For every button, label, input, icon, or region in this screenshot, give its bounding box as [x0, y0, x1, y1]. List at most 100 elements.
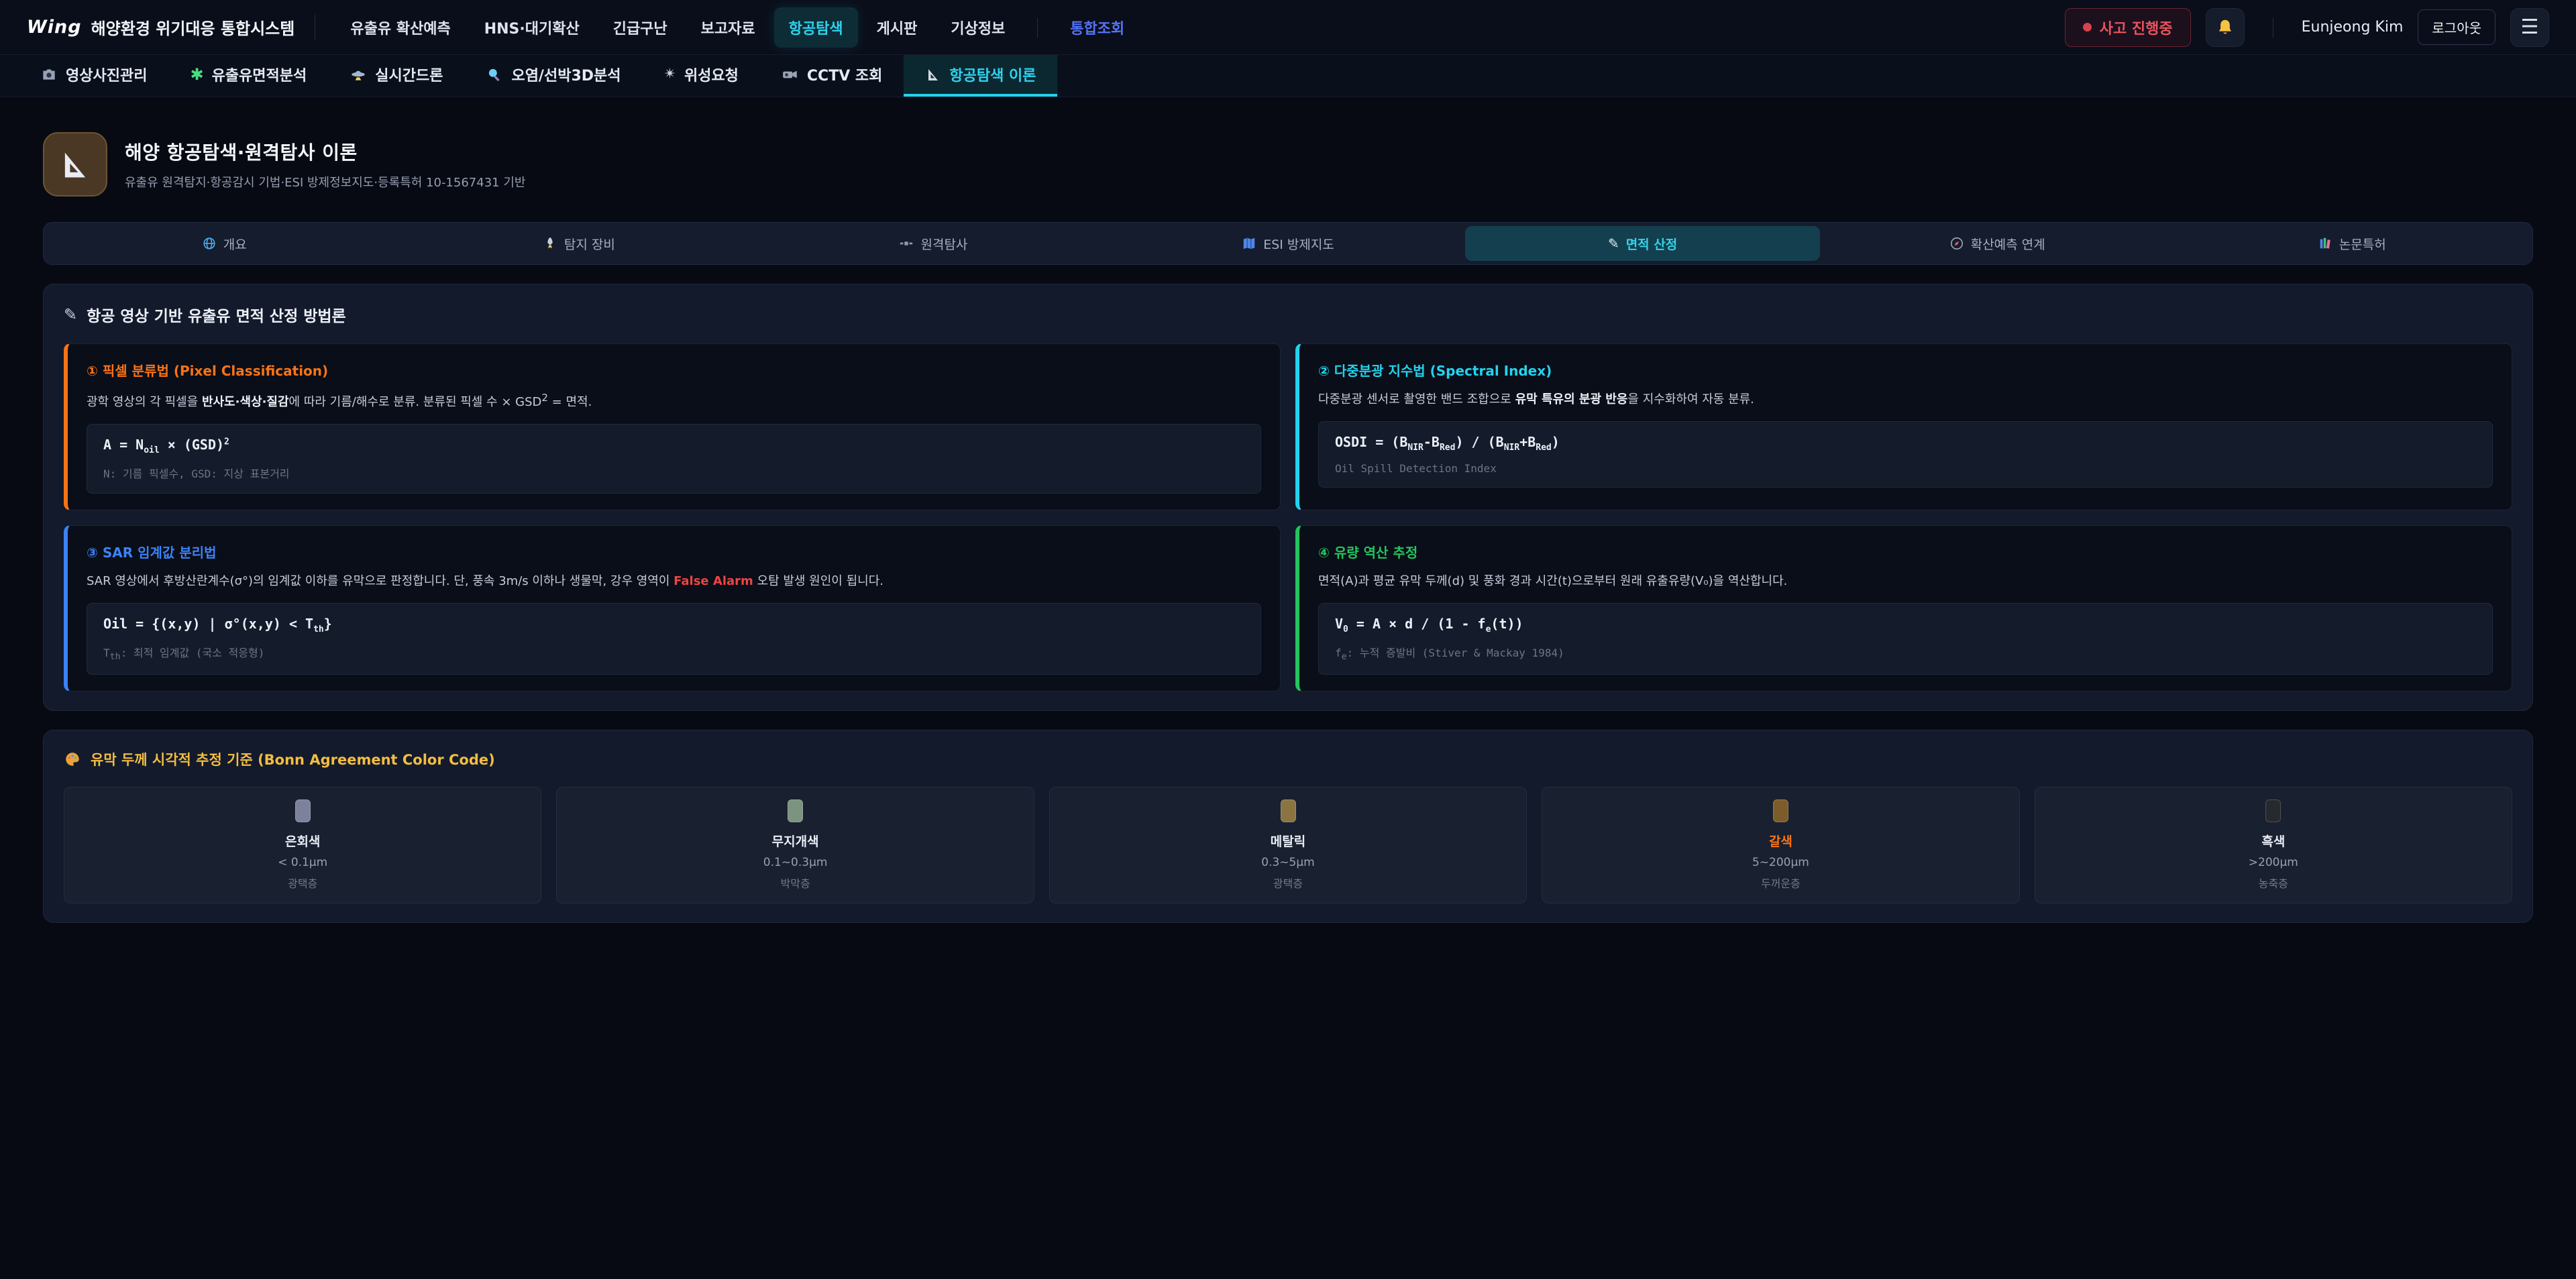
- subtab-label: 유출유면적분석: [212, 64, 307, 85]
- color-swatch: [2265, 799, 2281, 822]
- divider: [1037, 17, 1038, 38]
- color-swatch: [295, 799, 311, 822]
- subtab-label: 위성요청: [684, 64, 739, 85]
- logo[interactable]: Wing 해양환경 위기대응 통합시스템: [27, 15, 294, 39]
- nav-item-oil-spread[interactable]: 유출유 확산예측: [335, 7, 465, 48]
- subtab-label: 영상사진관리: [66, 64, 147, 85]
- hamburger-menu-icon: ☰: [2521, 17, 2539, 38]
- subtab-cctv[interactable]: CCTV 조회: [760, 55, 904, 97]
- formula: Oil = {(x,y) | σ°(x,y) < Tth}: [103, 616, 1244, 634]
- topbar: Wing 해양환경 위기대응 통합시스템 유출유 확산예측 HNS·대기확산 긴…: [0, 0, 2576, 55]
- bonn-layer: 농축층: [2047, 875, 2500, 891]
- bonn-heading: 유막 두께 시각적 추정 기준 (Bonn Agreement Color Co…: [64, 749, 2512, 769]
- methods-heading: ✎ 항공 영상 기반 유출유 면적 산정 방법론: [64, 303, 2512, 326]
- bonn-layer: 광택층: [76, 875, 529, 891]
- bonn-layer: 두꺼운층: [1554, 875, 2006, 891]
- subtab-realtime-drone[interactable]: 실시간드론: [328, 55, 464, 97]
- formula: V0 = A × d / (1 - fe(t)): [1335, 616, 2476, 634]
- satellite-icon: [899, 236, 914, 251]
- logout-button[interactable]: 로그아웃: [2418, 9, 2496, 45]
- formula: A = Noil × (GSD)2: [103, 437, 1244, 455]
- nav-item-board[interactable]: 게시판: [862, 7, 932, 48]
- notifications-button[interactable]: [2206, 8, 2245, 47]
- bonn-cell-rainbow: 무지개색 0.1~0.3μm 박막층: [556, 787, 1034, 903]
- incident-dot-icon: [2083, 23, 2092, 32]
- formula-note: Tth: 최적 임계값 (국소 적응형): [103, 644, 1244, 662]
- tab-remote-sensing[interactable]: 원격탐사: [756, 226, 1111, 261]
- formula-note: N: 기름 픽셀수, GSD: 지상 표본거리: [103, 465, 1244, 481]
- bonn-name: 갈색: [1554, 832, 2006, 850]
- nav-item-reports[interactable]: 보고자료: [686, 7, 770, 48]
- area-methods-card: ✎ 항공 영상 기반 유출유 면적 산정 방법론 ① 픽셀 분류법 (Pixel…: [43, 284, 2533, 711]
- methods-heading-text: 항공 영상 기반 유출유 면적 산정 방법론: [87, 303, 346, 326]
- ufo-icon: [350, 66, 367, 83]
- nav-item-weather[interactable]: 기상정보: [936, 7, 1020, 48]
- subtab-label: CCTV 조회: [807, 64, 882, 85]
- set-square-icon: [925, 66, 941, 82]
- method-card-sar-threshold: ③ SAR 임계값 분리법 SAR 영상에서 후방산란계수(σ°)의 임계값 이…: [64, 525, 1281, 691]
- method-title: ② 다중분광 지수법 (Spectral Index): [1318, 360, 2493, 380]
- method-card-pixel-classification: ① 픽셀 분류법 (Pixel Classification) 광학 영상의 각…: [64, 343, 1281, 510]
- method-title: ④ 유량 역산 추정: [1318, 542, 2493, 561]
- bonn-layer: 광택층: [1062, 875, 1514, 891]
- topbar-right: 사고 진행중 Eunjeong Kim 로그아웃 ☰: [2065, 8, 2549, 47]
- globe-icon: [202, 236, 217, 251]
- subtab-pollution-ship-3d[interactable]: 오염/선박3D분석: [464, 55, 642, 97]
- hamburger-menu-button[interactable]: ☰: [2510, 8, 2549, 47]
- bonn-cell-silver-gray: 은회색 < 0.1μm 광택층: [64, 787, 541, 903]
- method-title: ① 픽셀 분류법 (Pixel Classification): [87, 360, 1261, 380]
- set-square-icon: [58, 147, 93, 182]
- formula-box: V0 = A × d / (1 - fe(t)) fe: 누적 증발비 (Sti…: [1318, 603, 2493, 675]
- sub-nav: 영상사진관리 ✱ 유출유면적분석 실시간드론 오염/선박3D분석 ✴ 위성요청 …: [0, 55, 2576, 97]
- subtab-image-photo-management[interactable]: 영상사진관리: [19, 55, 168, 97]
- section-tabs: 개요 탐지 장비 원격탐사 ESI 방제지도 ✎ 면적 산정: [43, 222, 2533, 265]
- subtab-aerial-search-theory[interactable]: 항공탐색 이론: [904, 55, 1057, 97]
- page-icon-box: [43, 132, 107, 197]
- bonn-cell-metallic: 메탈릭 0.3~5μm 광택층: [1049, 787, 1527, 903]
- bonn-range: >200μm: [2047, 856, 2500, 869]
- color-swatch: [1281, 799, 1296, 822]
- bonn-layer: 박막층: [569, 875, 1021, 891]
- tab-detection-equipment[interactable]: 탐지 장비: [402, 226, 757, 261]
- tab-label: 확산예측 연계: [1971, 235, 2045, 253]
- method-body: SAR 영상에서 후방산란계수(σ°)의 임계값 이하를 유막으로 판정합니다.…: [87, 572, 1261, 591]
- tab-label: 면적 산정: [1626, 235, 1678, 253]
- bonn-name: 메탈릭: [1062, 832, 1514, 850]
- tab-overview[interactable]: 개요: [47, 226, 402, 261]
- formula-note: Oil Spill Detection Index: [1335, 462, 2476, 475]
- satellite-icon: ✴: [664, 67, 676, 82]
- subtab-label: 항공탐색 이론: [949, 64, 1036, 85]
- incident-status-badge[interactable]: 사고 진행중: [2065, 8, 2191, 47]
- cctv-icon: [782, 66, 799, 83]
- bonn-cell-black: 흑색 >200μm 농축층: [2035, 787, 2512, 903]
- method-body: 면적(A)과 평균 유막 두께(d) 및 풍화 경과 시간(t)으로부터 원래 …: [1318, 572, 2493, 591]
- pencil-icon: ✎: [64, 305, 77, 324]
- tab-esi-map[interactable]: ESI 방제지도: [1111, 226, 1466, 261]
- nav-item-aerial-search[interactable]: 항공탐색: [774, 7, 858, 48]
- tab-label: 탐지 장비: [564, 235, 615, 253]
- page-subtitle: 유출유 원격탐지·항공감시 기법·ESI 방제정보지도·등록특허 10-1567…: [125, 173, 525, 190]
- tab-diffusion-link[interactable]: 확산예측 연계: [1820, 226, 2175, 261]
- subtab-oil-area-analysis[interactable]: ✱ 유출유면적분석: [168, 55, 328, 97]
- main-content: 해양 항공탐색·원격탐사 이론 유출유 원격탐지·항공감시 기법·ESI 방제정…: [0, 132, 2576, 923]
- bonn-name: 은회색: [76, 832, 529, 850]
- bonn-range: 0.1~0.3μm: [569, 856, 1021, 869]
- nav-item-rescue[interactable]: 긴급구난: [598, 7, 682, 48]
- nav-item-integrated-search[interactable]: 통합조회: [1055, 7, 1139, 48]
- tab-papers-patents[interactable]: 논문특허: [2174, 226, 2529, 261]
- compass-icon: [1949, 236, 1964, 251]
- method-card-volume-inversion: ④ 유량 역산 추정 면적(A)과 평균 유막 두께(d) 및 풍화 경과 시간…: [1295, 525, 2512, 691]
- nav-item-hns[interactable]: HNS·대기확산: [470, 7, 594, 48]
- bonn-range: < 0.1μm: [76, 856, 529, 869]
- tab-label: 개요: [223, 235, 247, 253]
- color-swatch: [1773, 799, 1788, 822]
- subtab-satellite-request[interactable]: ✴ 위성요청: [643, 55, 760, 97]
- method-body: 다중분광 센서로 촬영한 밴드 조합으로 유막 특유의 분광 반응을 지수화하여…: [1318, 390, 2493, 409]
- camera-icon: [40, 66, 58, 83]
- methods-grid: ① 픽셀 분류법 (Pixel Classification) 광학 영상의 각…: [64, 343, 2512, 691]
- map-icon: [1242, 236, 1256, 251]
- tab-area-estimation[interactable]: ✎ 면적 산정: [1465, 226, 1820, 261]
- rocket-icon: [543, 236, 557, 251]
- bonn-cell-brown: 갈색 5~200μm 두꺼운층: [1542, 787, 2019, 903]
- formula-box: Oil = {(x,y) | σ°(x,y) < Tth} Tth: 최적 임계…: [87, 603, 1261, 675]
